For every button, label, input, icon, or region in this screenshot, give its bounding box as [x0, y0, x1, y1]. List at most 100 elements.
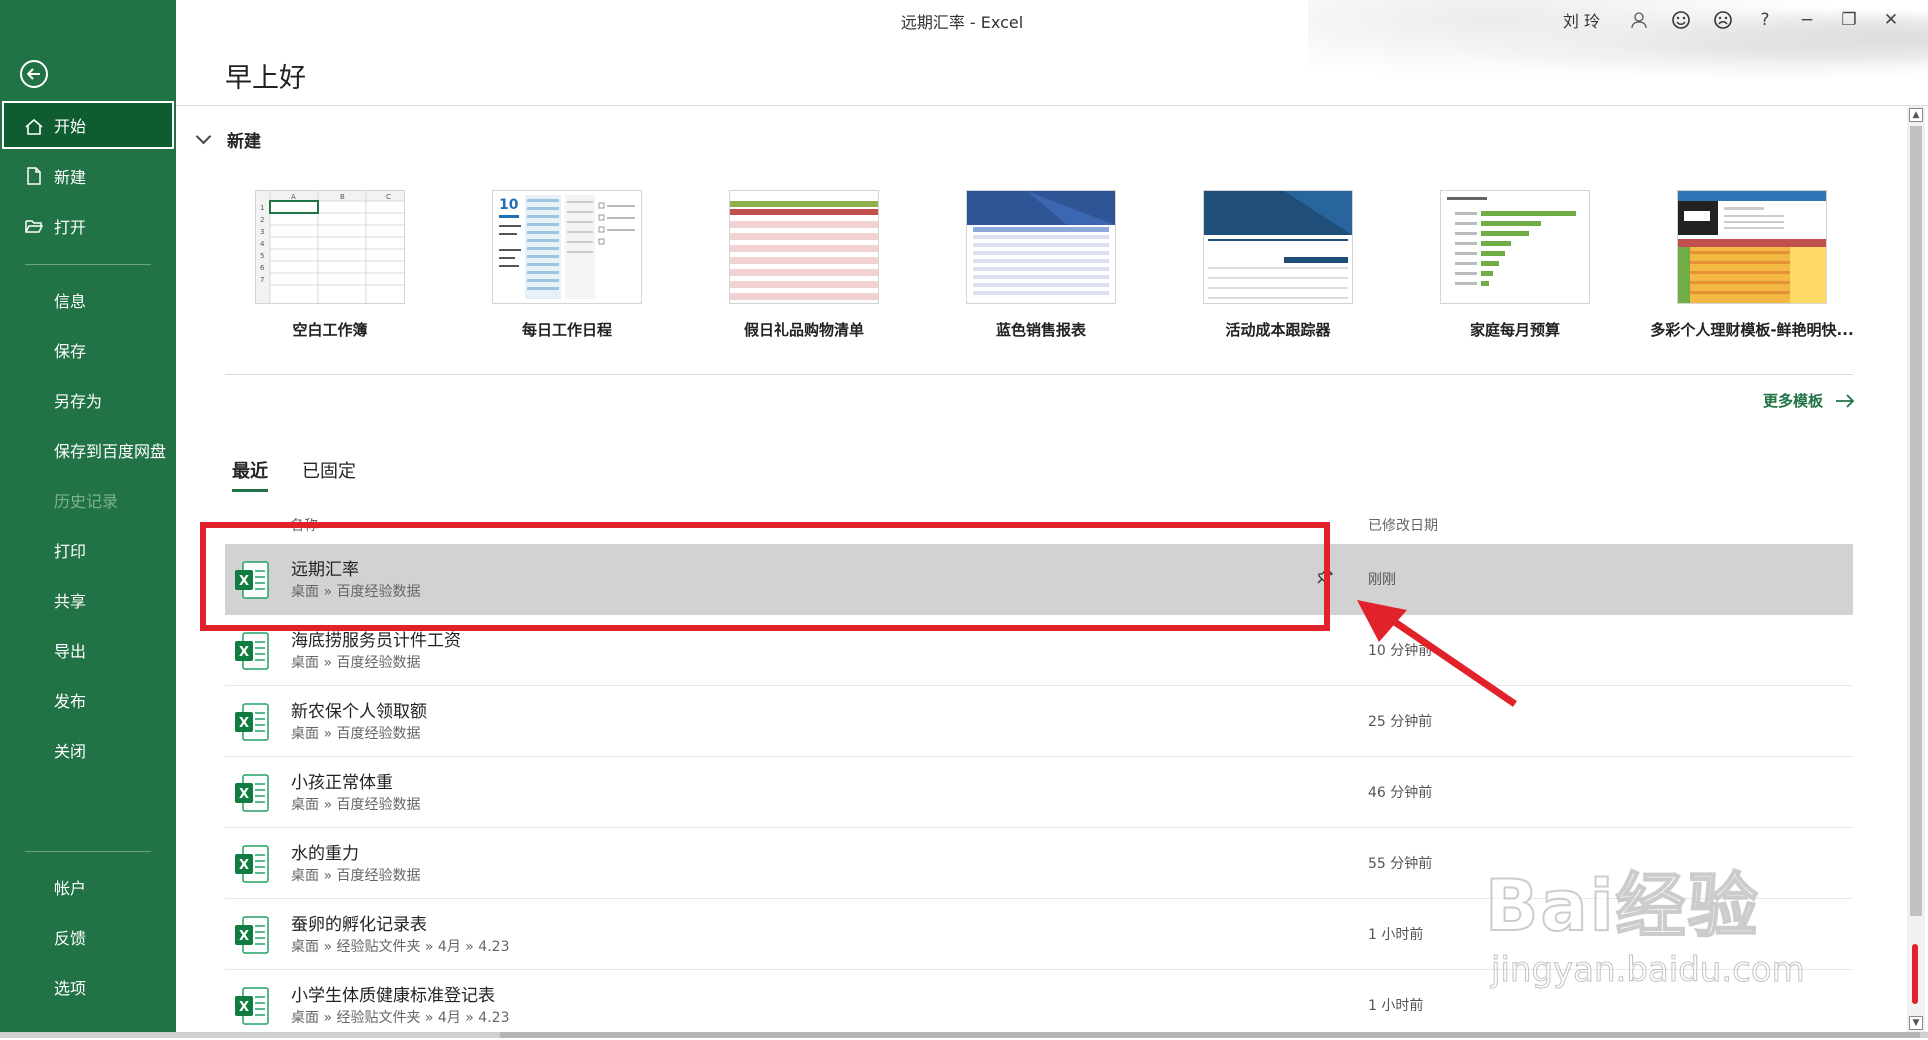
minimize-button[interactable]: −: [1786, 6, 1828, 34]
template-holiday-gift-list[interactable]: 假日礼品购物清单: [699, 190, 909, 340]
sidebar-item-save-as[interactable]: 另存为: [0, 376, 176, 424]
template-label: 活动成本跟踪器: [1225, 321, 1331, 339]
sidebar-item-share[interactable]: 共享: [0, 576, 176, 624]
user-name[interactable]: 刘 玲: [1563, 8, 1600, 32]
smile-feedback-icon[interactable]: [1660, 6, 1702, 34]
scrollbar-thumb[interactable]: [500, 1032, 1920, 1038]
template-label: 每日工作日程: [521, 321, 612, 339]
scroll-down-arrow-icon[interactable]: ▼: [1909, 1016, 1923, 1030]
template-thumbnail: [1440, 190, 1590, 304]
svg-text:B: B: [340, 193, 345, 201]
chevron-down-icon: [195, 128, 212, 145]
template-thumbnail: 10: [492, 190, 642, 304]
new-section-toggle[interactable]: 新建: [195, 127, 261, 152]
sidebar-item-label: 共享: [54, 592, 87, 611]
file-name: 新农保个人领取额: [291, 702, 427, 722]
svg-text:X: X: [239, 929, 249, 944]
user-icon[interactable]: [1618, 6, 1660, 34]
scroll-annotation-mark: [1912, 944, 1918, 1004]
more-templates-link[interactable]: 更多模板: [1763, 390, 1855, 411]
excel-file-icon: X: [235, 632, 269, 670]
sidebar-item-info[interactable]: 信息: [0, 276, 176, 324]
svg-text:X: X: [239, 1000, 249, 1015]
sidebar-item-history: 历史记录: [0, 476, 176, 524]
svg-text:5: 5: [260, 252, 264, 260]
help-button[interactable]: ?: [1744, 6, 1786, 34]
sidebar-item-publish[interactable]: 发布: [0, 676, 176, 724]
file-path: 桌面 » 百度经验数据: [291, 726, 421, 742]
file-name: 小孩正常体重: [291, 773, 393, 793]
file-path: 桌面 » 百度经验数据: [291, 655, 421, 671]
template-thumbnail: [729, 190, 879, 304]
arrow-right-icon: [1836, 393, 1855, 408]
sidebar-item-label: 导出: [54, 642, 87, 661]
sidebar-item-close[interactable]: 关闭: [0, 726, 176, 774]
svg-text:3: 3: [260, 228, 264, 236]
svg-text:2: 2: [260, 216, 264, 224]
column-header-modified[interactable]: 已修改日期: [1368, 515, 1438, 535]
home-icon: [25, 118, 43, 135]
title-bar: 远期汇率 - Excel 刘 玲 ? − ❐ ✕: [176, 0, 1928, 95]
tab-recent[interactable]: 最近: [232, 457, 268, 492]
svg-text:4: 4: [260, 240, 265, 248]
scroll-up-arrow-icon[interactable]: ▲: [1909, 108, 1923, 122]
template-thumbnail: [1677, 190, 1827, 304]
sidebar-item-home[interactable]: 开始: [2, 101, 174, 149]
template-daily-schedule[interactable]: 10 每日工作日程: [462, 190, 672, 340]
sidebar-item-options[interactable]: 选项: [0, 963, 176, 1011]
sidebar-item-print[interactable]: 打印: [0, 526, 176, 574]
watermark-brand: Bai经验: [1484, 864, 1760, 948]
template-label: 假日礼品购物清单: [743, 321, 864, 339]
template-personal-finance[interactable]: 多彩个人理财模板-鲜艳明快...: [1647, 190, 1857, 340]
sidebar-item-feedback[interactable]: 反馈: [0, 913, 176, 961]
tab-pinned[interactable]: 已固定: [302, 457, 356, 492]
sidebar-item-label: 打开: [54, 218, 87, 237]
sidebar-item-label: 反馈: [54, 929, 87, 948]
scrollbar-thumb[interactable]: [1910, 126, 1922, 916]
template-event-cost-tracker[interactable]: 活动成本跟踪器: [1173, 190, 1383, 340]
excel-file-icon: X: [235, 916, 269, 954]
recent-file-row[interactable]: X 新农保个人领取额 桌面 » 百度经验数据 25 分钟前: [225, 686, 1853, 757]
recent-file-row[interactable]: X 小孩正常体重 桌面 » 百度经验数据 46 分钟前: [225, 757, 1853, 828]
folder-open-icon: [25, 220, 44, 233]
file-path: 桌面 » 百度经验数据: [291, 868, 421, 884]
sidebar-item-new[interactable]: 新建: [0, 152, 176, 200]
header-divider: [176, 105, 1928, 106]
sidebar-item-label: 保存到百度网盘: [54, 442, 167, 461]
file-modified-date: 1 小时前: [1368, 998, 1424, 1014]
file-modified-date: 55 分钟前: [1368, 856, 1433, 872]
sidebar-item-label: 关闭: [54, 742, 87, 761]
new-file-icon: [27, 167, 41, 185]
svg-text:6: 6: [260, 264, 265, 272]
file-path: 桌面 » 百度经验数据: [291, 797, 421, 813]
template-blank-workbook[interactable]: A B C 1 2 3 4 5 6 7 空白工作簿: [225, 190, 435, 340]
template-label: 空白工作簿: [292, 321, 368, 339]
template-label: 多彩个人理财模板-鲜艳明快...: [1650, 321, 1854, 339]
restore-button[interactable]: ❐: [1828, 6, 1870, 34]
sidebar-item-export[interactable]: 导出: [0, 626, 176, 674]
baidu-watermark: Bai经验 jingyan.baidu.com: [1484, 830, 1905, 1030]
file-name: 蚕卵的孵化记录表: [291, 915, 427, 935]
annotation-arrow-icon: [1357, 600, 1517, 707]
frown-feedback-icon[interactable]: [1702, 6, 1744, 34]
template-blue-sales-report[interactable]: 蓝色销售报表: [936, 190, 1146, 340]
sidebar-item-label: 历史记录: [54, 492, 119, 511]
sidebar-divider: [25, 851, 151, 852]
sidebar-item-label: 信息: [54, 292, 87, 311]
sidebar-item-account[interactable]: 帐户: [0, 863, 176, 911]
svg-text:X: X: [239, 787, 249, 802]
file-name: 水的重力: [291, 844, 359, 864]
vertical-scrollbar[interactable]: ▲ ▼: [1907, 106, 1925, 1032]
sidebar-item-save[interactable]: 保存: [0, 326, 176, 374]
sidebar-item-label: 保存: [54, 342, 87, 361]
horizontal-scrollbar[interactable]: [0, 1032, 1928, 1038]
excel-file-icon: X: [235, 703, 269, 741]
sidebar-item-label: 新建: [54, 168, 87, 187]
sidebar-item-save-baidu[interactable]: 保存到百度网盘: [0, 426, 176, 474]
template-family-monthly-budget[interactable]: 家庭每月预算: [1410, 190, 1620, 340]
close-button[interactable]: ✕: [1870, 6, 1912, 34]
template-thumbnail: [1203, 190, 1353, 304]
sidebar-item-open[interactable]: 打开: [0, 202, 176, 250]
watermark-site: jingyan.baidu.com: [1491, 950, 1806, 991]
back-arrow-icon[interactable]: [20, 60, 48, 88]
